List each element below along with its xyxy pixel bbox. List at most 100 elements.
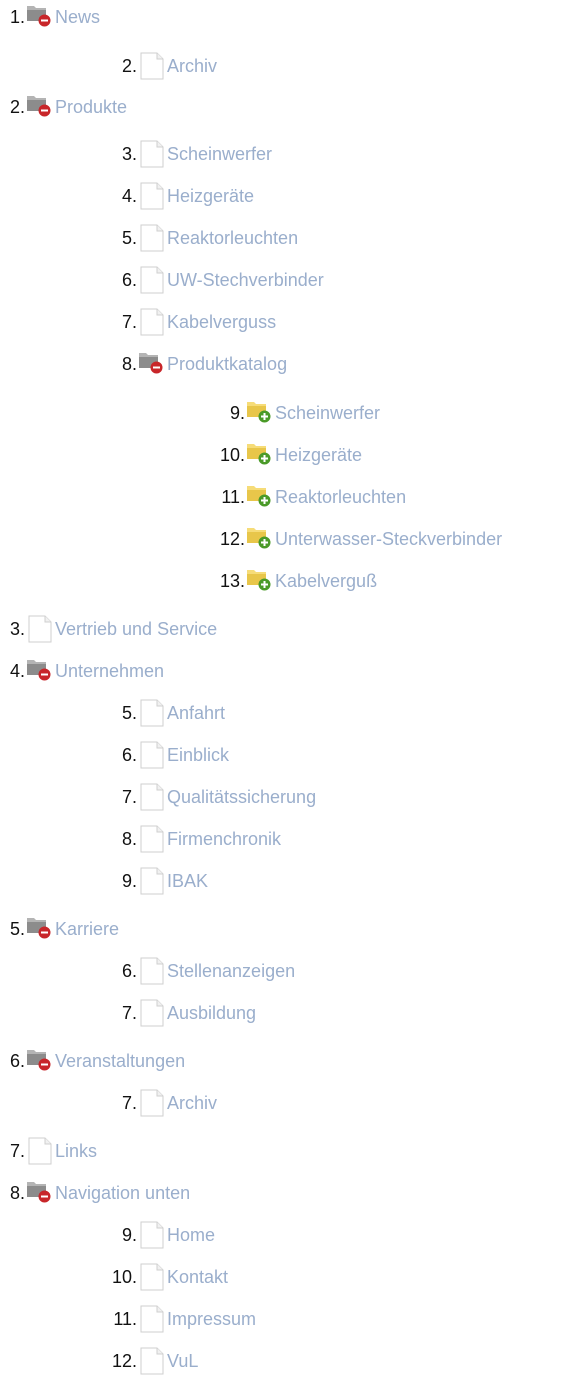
tree-item-number: 9. [121, 1224, 137, 1245]
folder-collapse-icon [26, 1047, 54, 1075]
tree-item-link[interactable]: Qualitätssicherung [167, 787, 316, 808]
tree-item-link[interactable]: Karriere [55, 919, 119, 940]
tree-item-link[interactable]: Scheinwerfer [275, 403, 380, 424]
tree-item-link[interactable]: Ausbildung [167, 1003, 256, 1024]
page-icon [138, 867, 166, 895]
tree-item-link[interactable]: Links [55, 1141, 97, 1162]
tree-item-number: 3. [9, 618, 25, 639]
tree-item-link[interactable]: Anfahrt [167, 703, 225, 724]
tree-item-number: 9. [121, 870, 137, 891]
tree-item: 5. Anfahrt [97, 698, 225, 728]
folder-collapse-icon [26, 93, 54, 121]
tree-item-number: 7. [121, 786, 137, 807]
page-icon [138, 266, 166, 294]
page-icon [138, 52, 166, 80]
tree-item: 7. Kabelverguss [97, 307, 276, 337]
tree-item-number: 12. [219, 528, 245, 549]
folder-expand-icon [246, 525, 274, 553]
page-icon [138, 1089, 166, 1117]
tree-item-link[interactable]: Kabelverguss [167, 312, 276, 333]
tree-item-number: 6. [121, 269, 137, 290]
tree-item-link[interactable]: Navigation unten [55, 1183, 190, 1204]
tree-item: 8. Produktkatalog [97, 349, 287, 379]
tree-item-number: 10. [111, 1266, 137, 1287]
tree-item-number: 11. [113, 1308, 137, 1329]
tree-item: 12. VuL [97, 1346, 198, 1376]
tree-item-link[interactable]: UW-Stechverbinder [167, 270, 324, 291]
tree-item-number: 10. [219, 444, 245, 465]
folder-collapse-icon [26, 1179, 54, 1207]
tree-item-link[interactable]: Veranstaltungen [55, 1051, 185, 1072]
tree-item-number: 7. [9, 1140, 25, 1161]
tree-item-link[interactable]: Archiv [167, 1093, 217, 1114]
tree-item-link[interactable]: Home [167, 1225, 215, 1246]
page-icon [138, 825, 166, 853]
tree-item-number: 2. [9, 96, 25, 117]
tree-item-number: 6. [9, 1050, 25, 1071]
tree-item-link[interactable]: Unternehmen [55, 661, 164, 682]
tree-item: 5. Karriere [0, 914, 119, 944]
folder-collapse-icon [26, 3, 54, 31]
tree-item: 12. Unterwasser-Steckverbinder [205, 524, 502, 554]
page-icon [138, 699, 166, 727]
tree-item: 9. IBAK [97, 866, 208, 896]
tree-item-number: 1. [9, 6, 25, 27]
tree-item: 2. Produkte [0, 92, 127, 122]
tree-item-number: 4. [9, 660, 25, 681]
tree-item-number: 8. [121, 828, 137, 849]
tree-item-number: 8. [121, 353, 137, 374]
tree-item-link[interactable]: Heizgeräte [275, 445, 362, 466]
page-icon [138, 182, 166, 210]
tree-item-number: 7. [121, 1002, 137, 1023]
tree-item-number: 6. [121, 744, 137, 765]
tree-item: 4. Heizgeräte [97, 181, 254, 211]
tree-item: 7. Archiv [97, 1088, 217, 1118]
page-icon [138, 1263, 166, 1291]
tree-item-number: 2. [121, 55, 137, 76]
tree-item: 2. Archiv [97, 51, 217, 81]
tree-item-link[interactable]: Vertrieb und Service [55, 619, 217, 640]
tree-item-link[interactable]: VuL [167, 1351, 198, 1372]
tree-item-number: 3. [121, 143, 137, 164]
tree-item-link[interactable]: Heizgeräte [167, 186, 254, 207]
folder-expand-icon [246, 483, 274, 511]
tree-item-link[interactable]: Unterwasser-Steckverbinder [275, 529, 502, 550]
page-icon [138, 1305, 166, 1333]
tree-item-link[interactable]: Scheinwerfer [167, 144, 272, 165]
page-icon [138, 224, 166, 252]
tree-item: 1. News [0, 2, 100, 32]
tree-item-link[interactable]: Impressum [167, 1309, 256, 1330]
tree-item-link[interactable]: Stellenanzeigen [167, 961, 295, 982]
tree-item: 4. Unternehmen [0, 656, 164, 686]
tree-item-link[interactable]: Produkte [55, 97, 127, 118]
tree-item-link[interactable]: Einblick [167, 745, 229, 766]
page-icon [26, 1137, 54, 1165]
page-icon [138, 1221, 166, 1249]
tree-item: 11. Impressum [97, 1304, 256, 1334]
tree-item-number: 11. [221, 486, 245, 507]
tree-item: 9. Home [97, 1220, 215, 1250]
tree-item-number: 7. [121, 311, 137, 332]
tree-item-number: 5. [121, 227, 137, 248]
tree-item-number: 5. [9, 918, 25, 939]
tree-item-link[interactable]: Reaktorleuchten [275, 487, 406, 508]
tree-item: 7. Links [0, 1136, 97, 1166]
folder-collapse-icon [138, 350, 166, 378]
tree-item-link[interactable]: Kabelverguß [275, 571, 377, 592]
tree-item-link[interactable]: News [55, 7, 100, 28]
tree-item: 8. Firmenchronik [97, 824, 281, 854]
tree-item: 7. Qualitätssicherung [97, 782, 316, 812]
tree-item-link[interactable]: Produktkatalog [167, 354, 287, 375]
tree-item-number: 13. [219, 570, 245, 591]
tree-item-link[interactable]: Kontakt [167, 1267, 228, 1288]
tree-item-link[interactable]: Reaktorleuchten [167, 228, 298, 249]
tree-item-link[interactable]: IBAK [167, 871, 208, 892]
tree-item-number: 5. [121, 702, 137, 723]
tree-item: 8. Navigation unten [0, 1178, 190, 1208]
tree-item-number: 6. [121, 960, 137, 981]
tree-item-link[interactable]: Firmenchronik [167, 829, 281, 850]
tree-item: 3. Vertrieb und Service [0, 614, 217, 644]
tree-item-link[interactable]: Archiv [167, 56, 217, 77]
tree-item: 6. UW-Stechverbinder [97, 265, 324, 295]
tree-item: 13. Kabelverguß [205, 566, 377, 596]
